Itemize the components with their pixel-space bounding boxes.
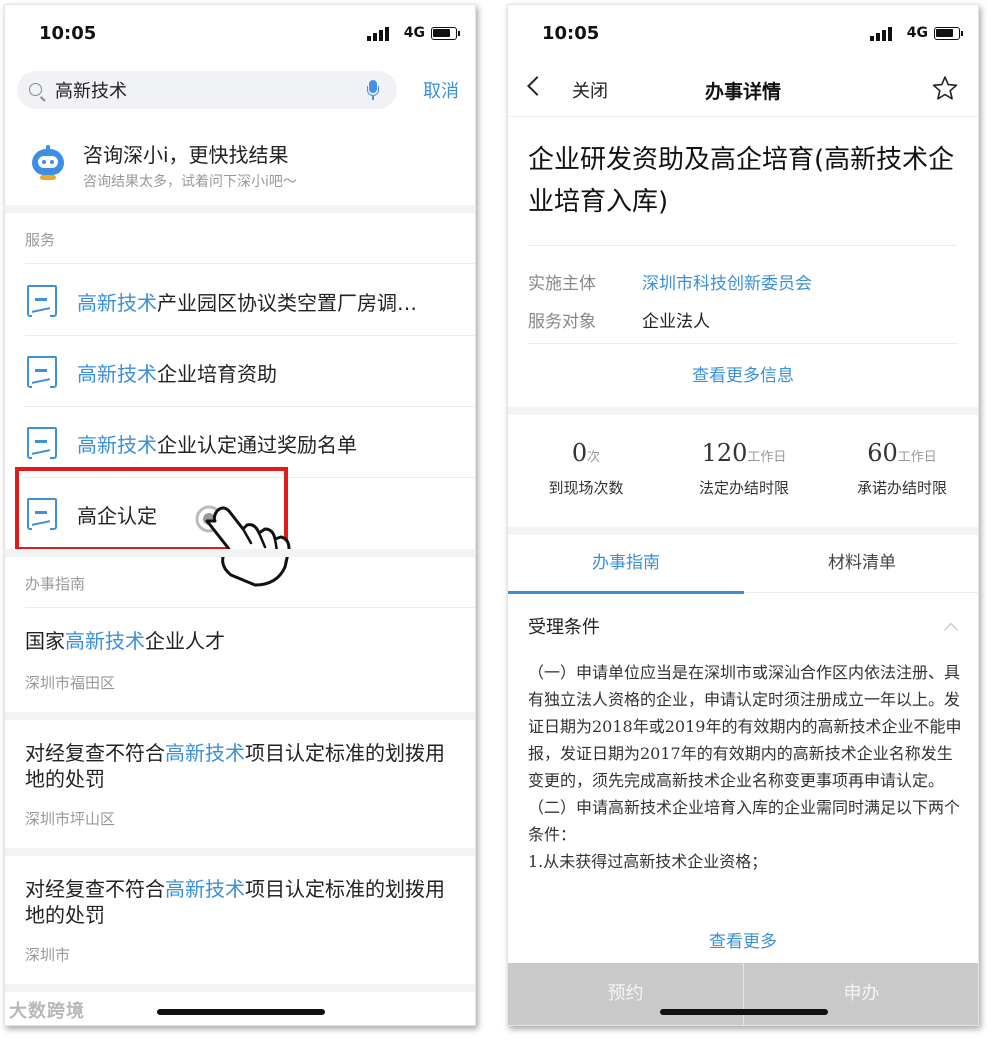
document-icon — [27, 356, 57, 388]
guide-item[interactable]: 对经复查不符合高新技术项目认定标准的划拨用地的处罚 深圳市坪山区 — [5, 720, 475, 848]
divider — [25, 263, 475, 264]
stat-label: 承诺办结时限 — [856, 479, 947, 497]
stat-value: 120 — [701, 439, 748, 467]
network-type: 4G — [906, 25, 928, 41]
stat-unit: 次 — [587, 450, 601, 465]
ai-prompt-subtitle: 咨询结果太多，试着问下深小i吧～ — [83, 174, 297, 190]
service-target-label: 服务对象 — [528, 312, 596, 332]
stat-label: 法定办结时限 — [698, 479, 789, 497]
section-divider — [5, 984, 475, 992]
guide-item-title: 对经复查不符合高新技术项目认定标准的划拨用地的处罚 — [25, 877, 445, 927]
guide-item[interactable]: 对经复查不符合高新技术项目认定标准的划拨用地的处罚 深圳市 — [5, 856, 475, 984]
services-section-label: 服务 — [25, 231, 56, 249]
signal-icon — [870, 27, 892, 41]
stat-label: 到现场次数 — [548, 479, 624, 497]
ai-assistant-prompt[interactable]: 咨询深小i，更快找结果 咨询结果太多，试着问下深小i吧～ — [5, 121, 475, 205]
service-item[interactable]: 高新技术产业园区协议类空置厂房调… — [5, 265, 475, 335]
stat-legal-time-limit: 120工作日 法定办结时限 — [666, 439, 822, 498]
section-divider — [508, 527, 978, 535]
reserve-button[interactable]: 预约 — [508, 963, 743, 1025]
stat-value: 0 — [571, 439, 588, 467]
stat-value: 60 — [867, 439, 898, 467]
home-indicator — [157, 1009, 325, 1015]
divider — [528, 245, 958, 246]
network-type: 4G — [403, 25, 425, 41]
service-item-label: 高新技术企业培育资助 — [77, 362, 277, 386]
signal-icon — [367, 27, 389, 41]
search-results-screen: 10:05 4G 取消 咨询深小i，更快找结果 咨询结果太多，试着问下深小i吧～… — [4, 4, 476, 1026]
chevron-up-icon[interactable] — [943, 622, 959, 638]
section-divider — [5, 712, 475, 720]
guide-item-area: 深圳市 — [25, 946, 71, 964]
document-icon — [27, 285, 57, 317]
conditions-paragraph: （二）申请高新技术企业培育入库的企业需同时满足以下两个条件： — [528, 798, 961, 844]
guide-item-area: 深圳市坪山区 — [25, 810, 116, 828]
guides-section-label: 办事指南 — [25, 575, 86, 593]
robot-assistant-icon — [29, 145, 67, 181]
tap-hand-icon — [195, 505, 291, 587]
service-title: 企业研发资助及高企培育(高新技术企业培育入库) — [528, 145, 955, 217]
tab-guide[interactable]: 办事指南 — [508, 535, 744, 594]
status-time: 10:05 — [39, 23, 97, 44]
conditions-paragraph: （一）申请单位应当是在深圳市或深汕合作区内依法注册、具有独立法人资格的企业，申请… — [528, 663, 962, 790]
battery-icon — [934, 27, 963, 40]
service-target-value: 企业法人 — [642, 312, 710, 332]
search-bar[interactable] — [17, 71, 397, 109]
service-item-label: 高新技术产业园区协议类空置厂房调… — [77, 291, 417, 315]
guide-item-area: 深圳市福田区 — [25, 674, 116, 692]
document-icon — [27, 427, 57, 459]
cancel-button[interactable]: 取消 — [423, 77, 459, 103]
conditions-title: 受理条件 — [528, 617, 600, 638]
stat-unit: 工作日 — [897, 450, 937, 465]
stat-onsite-visits: 0次 到现场次数 — [508, 439, 664, 498]
tab-materials[interactable]: 材料清单 — [744, 535, 978, 593]
guide-item-title: 国家高新技术企业人才 — [25, 629, 225, 653]
see-more-link[interactable]: 查看更多 — [508, 927, 978, 952]
divider — [528, 343, 958, 344]
search-icon — [29, 83, 42, 96]
status-bar: 10:05 4G — [5, 5, 475, 65]
guide-item-title: 对经复查不符合高新技术项目认定标准的划拨用地的处罚 — [25, 741, 445, 791]
section-divider — [5, 205, 475, 213]
guide-item[interactable]: 国家高新技术企业人才 深圳市福田区 — [5, 608, 475, 712]
action-bar: 预约 申办 — [508, 963, 978, 1025]
service-item[interactable]: 高新技术企业培育资助 — [5, 336, 475, 406]
stat-promised-time-limit: 60工作日 承诺办结时限 — [824, 439, 978, 498]
status-time: 10:05 — [542, 23, 600, 44]
stat-unit: 工作日 — [747, 450, 787, 465]
ai-prompt-title: 咨询深小i，更快找结果 — [83, 143, 289, 167]
view-more-info-link[interactable]: 查看更多信息 — [508, 361, 978, 386]
home-indicator — [660, 1009, 828, 1015]
conditions-paragraph: 1.从未获得过高新技术企业资格； — [528, 852, 768, 871]
navigation-bar: 关闭 办事详情 — [508, 65, 978, 117]
detail-tabs: 办事指南 材料清单 — [508, 535, 978, 594]
section-divider — [5, 848, 475, 856]
section-divider — [508, 407, 978, 415]
implementer-link[interactable]: 深圳市科技创新委员会 — [642, 269, 812, 294]
page-title: 办事详情 — [704, 81, 781, 103]
microphone-icon[interactable] — [367, 80, 379, 100]
watermark-logo: 大数跨境 — [9, 1001, 85, 1022]
implementer-label: 实施主体 — [528, 274, 596, 294]
search-input[interactable] — [55, 77, 345, 103]
service-detail-screen: 10:05 4G 关闭 办事详情 企业研发资助及高企培育(高新技术企业培育入库)… — [507, 4, 979, 1026]
status-bar: 10:05 4G — [508, 5, 978, 65]
favorite-star-icon[interactable] — [932, 75, 958, 101]
section-divider — [5, 549, 475, 557]
conditions-text: （一）申请单位应当是在深圳市或深汕合作区内依法注册、具有独立法人资格的企业，申请… — [528, 659, 964, 875]
battery-icon — [431, 27, 460, 40]
apply-button[interactable]: 申办 — [744, 963, 978, 1025]
service-item-label: 高新技术企业认定通过奖励名单 — [77, 433, 357, 457]
